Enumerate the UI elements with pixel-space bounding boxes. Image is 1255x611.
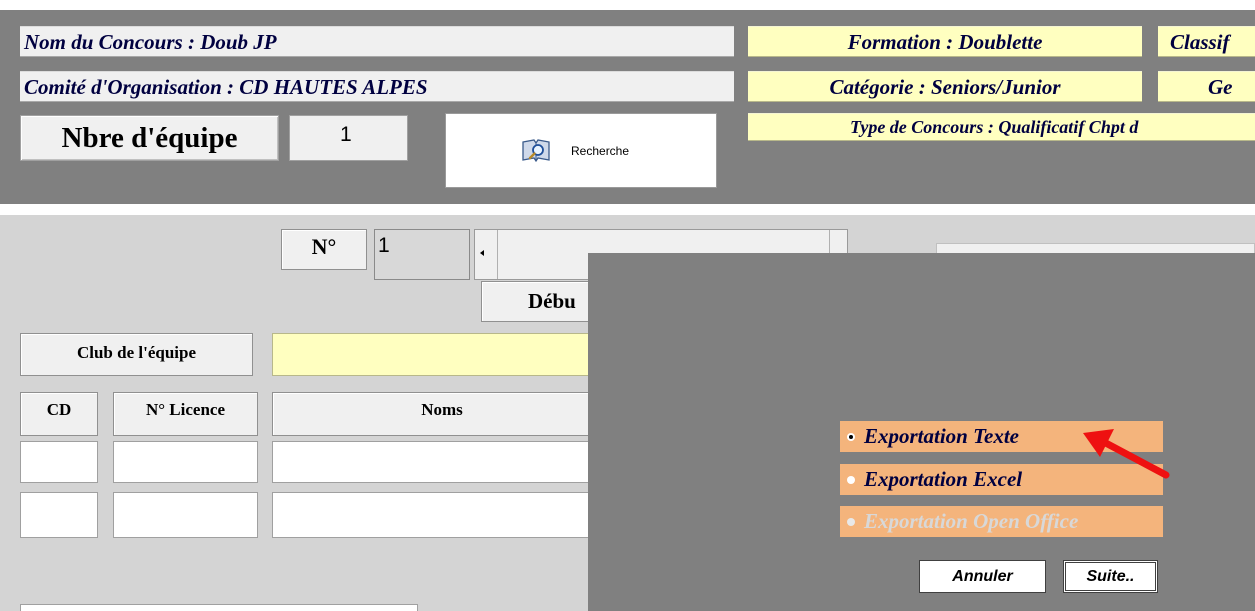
scroll-track-divider bbox=[497, 230, 498, 279]
concours-name-field: Nom du Concours : Doub JP bbox=[20, 26, 734, 57]
type-concours-label: Type de Concours : Qualificatif Chpt d bbox=[850, 117, 1139, 137]
row1-noms-input[interactable] bbox=[272, 441, 612, 483]
formation-field: Formation : Doublette bbox=[748, 26, 1142, 57]
col-header-noms: Noms bbox=[272, 392, 612, 436]
scroll-left-arrow-icon[interactable] bbox=[480, 250, 484, 256]
search-button[interactable]: Recherche bbox=[445, 113, 717, 188]
comite-field: Comité d'Organisation : CD HAUTES ALPES bbox=[20, 71, 734, 102]
red-arrow-icon bbox=[1080, 425, 1174, 485]
option-export-text-label: Exportation Texte bbox=[864, 424, 1019, 448]
option-export-openoffice-label: Exportation Open Office bbox=[864, 509, 1079, 533]
row2-cd-input[interactable] bbox=[20, 492, 98, 538]
genre-field: Ge bbox=[1158, 71, 1255, 102]
export-dialog: Exportation Texte Exportation Excel Expo… bbox=[588, 253, 1255, 611]
debut-label: Débu bbox=[528, 289, 576, 313]
numero-value: 1 bbox=[378, 234, 390, 257]
radio-export-text[interactable] bbox=[847, 433, 855, 441]
nb-equipe-value: 1 bbox=[289, 115, 408, 161]
row1-cd-input[interactable] bbox=[20, 441, 98, 483]
genre-label: Ge bbox=[1208, 75, 1233, 99]
bottom-field-edge bbox=[20, 604, 418, 611]
club-label: Club de l'équipe bbox=[20, 333, 253, 376]
club-input[interactable] bbox=[272, 333, 612, 376]
classification-label: Classif bbox=[1170, 30, 1230, 54]
numero-label: N° bbox=[281, 229, 367, 270]
numero-field[interactable]: 1 bbox=[374, 229, 470, 280]
classification-field: Classif bbox=[1158, 26, 1255, 57]
option-export-excel-label: Exportation Excel bbox=[864, 467, 1023, 491]
radio-export-openoffice bbox=[847, 518, 855, 526]
row1-licence-input[interactable] bbox=[113, 441, 258, 483]
row2-licence-input[interactable] bbox=[113, 492, 258, 538]
search-button-label: Recherche bbox=[571, 144, 630, 158]
nb-equipe-label: Nbre d'équipe bbox=[20, 115, 279, 161]
col-header-cd: CD bbox=[20, 392, 98, 436]
option-export-openoffice: Exportation Open Office bbox=[840, 506, 1163, 537]
search-book-icon bbox=[521, 138, 551, 164]
type-concours-field: Type de Concours : Qualificatif Chpt d bbox=[748, 113, 1255, 141]
cancel-button[interactable]: Annuler bbox=[919, 560, 1046, 593]
col-header-licence: N° Licence bbox=[113, 392, 258, 436]
next-button[interactable]: Suite.. bbox=[1063, 560, 1158, 593]
categorie-field: Catégorie : Seniors/Junior bbox=[748, 71, 1142, 102]
row2-noms-input[interactable] bbox=[272, 492, 612, 538]
radio-export-excel[interactable] bbox=[847, 476, 855, 484]
